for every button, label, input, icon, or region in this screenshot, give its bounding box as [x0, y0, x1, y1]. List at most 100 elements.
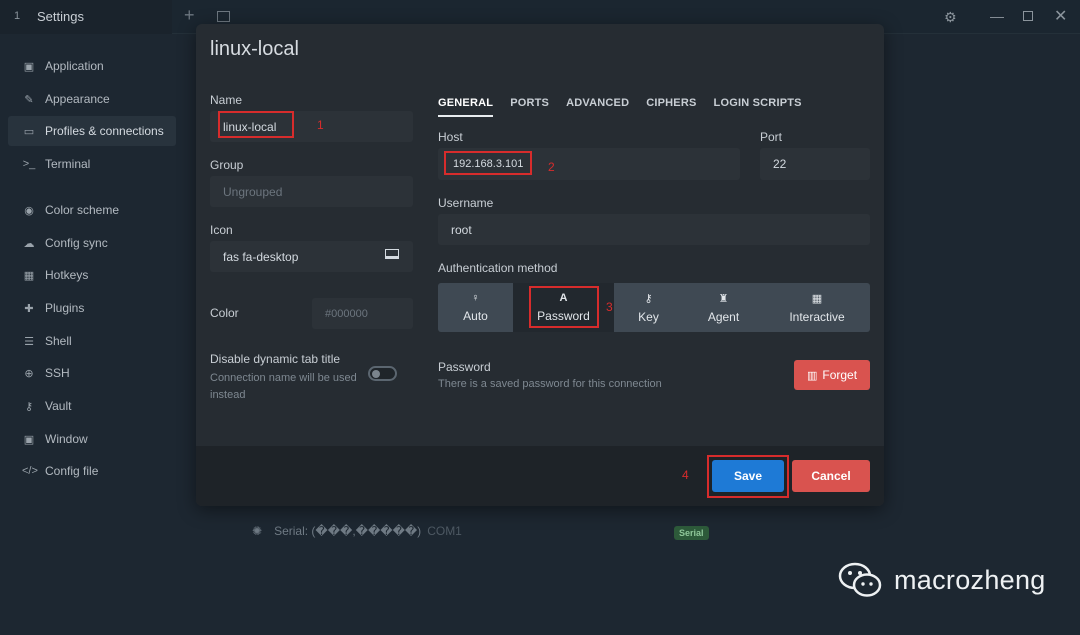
- wechat-logo-icon: [838, 562, 882, 597]
- annotation-number: 4: [682, 468, 689, 482]
- annotation-number: 2: [548, 160, 555, 174]
- user-secret-icon: ♜: [718, 292, 729, 305]
- group-field[interactable]: Ungrouped: [210, 176, 413, 207]
- sidebar-item-plugins[interactable]: ✚ Plugins: [8, 293, 176, 323]
- auth-option-label: Auto: [463, 309, 488, 323]
- serial-profile-item[interactable]: ✺ Serial: (���,�����) COM1: [252, 524, 462, 538]
- forget-button[interactable]: ▥ Forget: [794, 360, 870, 390]
- tab-advanced[interactable]: ADVANCED: [566, 97, 629, 117]
- sidebar-item-label: Application: [45, 59, 104, 73]
- name-label: Name: [210, 93, 243, 107]
- port-field[interactable]: 22: [760, 148, 870, 180]
- dynamic-title-hint: Connection name will be used instead: [210, 372, 357, 401]
- puzzle-icon: ✚: [24, 302, 34, 315]
- serial-icon: ✺: [252, 524, 263, 538]
- icon-field-value: fas fa-desktop: [223, 249, 299, 264]
- sidebar-item-color-scheme[interactable]: ◉ Color scheme: [8, 195, 176, 225]
- auth-option-interactive[interactable]: ▦ Interactive: [764, 283, 870, 332]
- sidebar-item-shell[interactable]: ☰ Shell: [8, 326, 176, 356]
- sidebar-item-hotkeys[interactable]: ▦ Hotkeys: [8, 260, 176, 290]
- keyboard-icon: ▦: [811, 292, 823, 305]
- window-layout-icon[interactable]: [217, 11, 230, 22]
- trash-icon: ▥: [806, 369, 818, 382]
- sidebar-item-label: SSH: [45, 366, 70, 380]
- watermark: macrozheng: [838, 560, 1046, 600]
- profile-tabs: GENERAL PORTS ADVANCED CIPHERS LOGIN SCR…: [438, 97, 819, 117]
- code-icon: </>: [22, 465, 38, 477]
- auth-option-key[interactable]: ⚷ Key: [614, 283, 683, 332]
- icon-field[interactable]: fas fa-desktop: [210, 241, 413, 272]
- username-label: Username: [438, 196, 494, 210]
- serial-badge: Serial: [674, 526, 709, 540]
- annotation-box-2: [444, 151, 532, 175]
- host-label: Host: [438, 130, 463, 144]
- annotation-box-3: [529, 286, 599, 328]
- modal-footer: 4 Save Cancel: [196, 446, 884, 506]
- forget-button-label: Forget: [822, 368, 858, 382]
- tab-general[interactable]: GENERAL: [438, 97, 494, 117]
- sidebar-item-label: Color scheme: [45, 203, 120, 217]
- auth-method-selector: ♀ Auto A Password ⚷ Key ♜ Agent ▦ Intera…: [438, 283, 870, 332]
- cloud-icon: ☁: [23, 237, 35, 250]
- window-title[interactable]: Settings: [37, 9, 84, 24]
- keyboard-icon: ▦: [23, 269, 35, 282]
- tab-login-scripts[interactable]: LOGIN SCRIPTS: [714, 97, 802, 117]
- sidebar-item-application[interactable]: ▣ Application: [8, 51, 176, 81]
- sidebar-item-label: Config file: [45, 464, 99, 478]
- icon-label: Icon: [210, 223, 233, 237]
- minimize-icon[interactable]: —: [990, 8, 1004, 24]
- dynamic-title-label: Disable dynamic tab title: [210, 352, 341, 366]
- brush-icon: ✎: [24, 93, 34, 106]
- terminal-icon: >_: [22, 158, 36, 170]
- desktop-icon: [385, 249, 399, 259]
- sidebar-item-config-sync[interactable]: ☁ Config sync: [8, 228, 176, 258]
- profile-edit-modal: linux-local Name linux-local 1 Group Ung…: [196, 24, 884, 506]
- sidebar-item-config-file[interactable]: </> Config file: [8, 456, 176, 486]
- new-tab-plus-icon[interactable]: +: [184, 5, 195, 26]
- sidebar-item-appearance[interactable]: ✎ Appearance: [8, 84, 176, 114]
- sidebar-item-vault[interactable]: ⚷ Vault: [8, 391, 176, 421]
- sidebar-item-terminal[interactable]: >_ Terminal: [8, 149, 176, 179]
- palette-icon: ◉: [24, 204, 34, 217]
- sidebar-item-label: Appearance: [45, 92, 110, 106]
- auth-option-auto[interactable]: ♀ Auto: [438, 283, 513, 332]
- lightbulb-icon: ♀: [471, 292, 480, 304]
- port-label: Port: [760, 130, 783, 144]
- settings-sidebar: ▣ Application ✎ Appearance ▭ Profiles & …: [0, 34, 196, 635]
- sidebar-item-window[interactable]: ▣ Window: [8, 424, 176, 454]
- key-icon: ⚷: [644, 292, 653, 305]
- toggle-knob: [372, 369, 380, 378]
- sidebar-item-ssh[interactable]: ⊕ SSH: [8, 358, 176, 388]
- auth-option-agent[interactable]: ♜ Agent: [683, 283, 764, 332]
- tab-number: 1: [14, 10, 21, 22]
- serial-label: Serial: (���,�����): [274, 524, 422, 538]
- auth-method-label: Authentication method: [438, 261, 558, 275]
- sidebar-item-profiles[interactable]: ▭ Profiles & connections: [8, 116, 176, 146]
- tab-ciphers[interactable]: CIPHERS: [646, 97, 696, 117]
- auth-option-label: Interactive: [789, 309, 845, 324]
- sidebar-item-label: Window: [45, 432, 88, 446]
- watermark-text: macrozheng: [894, 564, 1046, 595]
- sidebar-item-label: Shell: [45, 334, 72, 348]
- password-label: Password: [438, 360, 491, 374]
- close-icon[interactable]: ✕: [1054, 6, 1067, 26]
- sidebar-item-label: Plugins: [45, 301, 85, 315]
- laptop-icon: ▭: [23, 125, 35, 138]
- settings-gear-icon[interactable]: ⚙: [944, 9, 957, 26]
- globe-icon: ⊕: [24, 367, 34, 380]
- cancel-button[interactable]: Cancel: [792, 460, 870, 492]
- sidebar-item-label: Terminal: [45, 157, 91, 171]
- username-field[interactable]: root: [438, 214, 870, 245]
- window-icon: ▣: [23, 60, 35, 73]
- auth-option-label: Key: [638, 309, 659, 324]
- sidebar-item-label: Profiles & connections: [45, 124, 164, 138]
- serial-port: COM1: [427, 524, 462, 538]
- password-hint: There is a saved password for this conne…: [438, 378, 662, 390]
- key-icon: ⚷: [24, 400, 34, 413]
- maximize-icon[interactable]: [1023, 11, 1033, 21]
- color-field[interactable]: #000000: [312, 298, 413, 329]
- tab-ports[interactable]: PORTS: [510, 97, 549, 117]
- dynamic-title-toggle[interactable]: [368, 366, 397, 381]
- save-button[interactable]: Save: [712, 460, 784, 492]
- annotation-number: 3: [606, 300, 613, 314]
